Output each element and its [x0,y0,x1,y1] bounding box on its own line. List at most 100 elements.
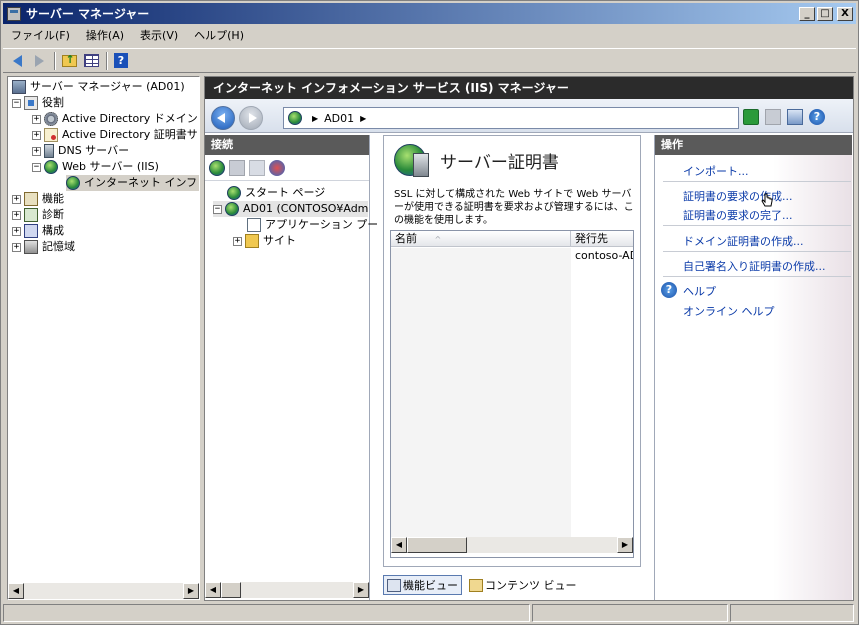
server-manager-window: サーバー マネージャー _ □ X ファイル(F) 操作(A) 表示(V) ヘル… [0,0,859,625]
column-issued-by[interactable]: 発行先 [571,231,633,246]
breadcrumb-separator[interactable]: ▶ [360,114,366,123]
feature-pane: サーバー証明書 SSL に対して構成された Web サイトで Web サーバーが… [377,135,647,600]
expand-toggle[interactable]: + [233,236,242,246]
tree-horizontal-scrollbar[interactable]: ◀ ▶ [8,583,199,599]
expand-toggle[interactable]: + [32,146,41,156]
refresh-icon[interactable] [743,109,759,125]
address-bar[interactable]: ▶ AD01 ▶ [283,107,739,129]
iis-back-button[interactable] [211,106,235,130]
expand-toggle[interactable]: + [12,210,21,220]
scroll-right-button[interactable]: ▶ [353,582,369,598]
collapse-toggle[interactable]: − [213,204,222,214]
menu-help[interactable]: ヘルプ(H) [186,27,252,45]
stop-icon[interactable] [765,109,781,125]
scroll-right-button[interactable]: ▶ [617,537,633,553]
help-icon[interactable]: ? [809,109,825,125]
forward-button[interactable] [29,51,49,71]
list-header: 名前 ^ 発行先 [391,231,633,247]
conn-item-server[interactable]: − AD01 (CONTOSO¥Adm [213,201,369,217]
tree-item-web-server[interactable]: − Web サーバー (IIS) [32,159,159,175]
list-horizontal-scrollbar[interactable]: ◀ ▶ [391,537,633,553]
connections-horizontal-scrollbar[interactable]: ◀ ▶ [205,582,369,598]
collapse-toggle[interactable]: − [32,162,41,172]
table-row[interactable]: contoso-AD [575,249,633,262]
tab-features-view[interactable]: 機能ビュー [383,575,462,595]
scroll-left-button[interactable]: ◀ [205,582,221,598]
collapse-toggle[interactable]: − [12,98,21,108]
action-online-help[interactable]: オンライン ヘルプ [683,303,775,319]
breadcrumb-ad01[interactable]: AD01 [324,112,354,125]
tree-item-server-manager[interactable]: サーバー マネージャー (AD01) [12,79,185,95]
close-button[interactable]: X [837,6,853,21]
conn-item-app-pools[interactable]: アプリケーション プール [247,217,389,233]
conn-item-start-page[interactable]: スタート ページ [227,185,325,201]
action-help[interactable]: ヘルプ [683,283,716,299]
menu-action[interactable]: 操作(A) [78,27,132,45]
feature-content: サーバー証明書 SSL に対して構成された Web サイトで Web サーバーが… [383,135,641,567]
tab-label: コンテンツ ビュー [485,579,577,592]
iis-manager-icon [66,176,80,190]
certificate-list[interactable]: 名前 ^ 発行先 contoso-AD ◀ ▶ [390,230,634,558]
scroll-left-button[interactable]: ◀ [391,537,407,553]
scroll-thumb[interactable] [407,537,467,553]
tree-label: DNS サーバー [58,144,130,157]
scroll-thumb[interactable] [221,582,241,598]
connections-toolbar [205,155,369,181]
minimize-button[interactable]: _ [799,6,815,21]
home-icon[interactable] [787,109,803,125]
actions-header: 操作 [655,135,852,155]
tab-content-view[interactable]: コンテンツ ビュー [466,575,580,595]
conn-item-sites[interactable]: + サイト [233,233,296,249]
help-button[interactable]: ? [111,51,131,71]
show-hide-tree-button[interactable] [81,51,101,71]
back-button[interactable] [7,51,27,71]
expand-toggle[interactable]: + [12,242,21,252]
iis-manager-title: インターネット インフォメーション サービス (IIS) マネージャー [205,77,853,99]
action-complete-request[interactable]: 証明書の要求の完了... [683,207,793,223]
storage-icon [24,240,38,254]
tree-item-roles[interactable]: − 役割 [12,95,64,111]
scroll-left-button[interactable]: ◀ [8,583,24,599]
expand-toggle[interactable]: + [32,130,41,140]
action-create-request[interactable]: 証明書の要求の作成... [683,188,793,204]
save-icon[interactable] [229,159,245,176]
menu-file[interactable]: ファイル(F) [3,27,78,45]
breadcrumb-separator: ▶ [312,113,319,123]
iis-forward-button[interactable] [239,106,263,130]
application-pools-icon [247,218,261,232]
connect-icon[interactable] [209,159,225,176]
scroll-right-button[interactable]: ▶ [183,583,199,599]
expand-toggle[interactable]: + [12,194,21,204]
tree-item-storage[interactable]: + 記憶域 [12,239,75,255]
tree-item-iis-manager[interactable]: インターネット インフォメ [66,175,199,191]
maximize-button[interactable]: □ [817,6,833,21]
connections-header: 接続 [205,135,369,155]
action-create-self-signed[interactable]: 自己署名入り証明書の作成... [683,258,826,274]
up-one-level-button[interactable] [59,51,79,71]
toolbar: ? [3,48,856,73]
toolbar-separator [106,51,108,70]
tree-item-features[interactable]: + 機能 [12,191,64,207]
action-import[interactable]: インポート... [683,163,749,179]
up-icon[interactable] [249,159,265,176]
tree-item-ad-domain[interactable]: + Active Directory ドメイン サ [32,111,199,127]
expand-toggle[interactable]: + [32,114,41,124]
sort-indicator: ^ [434,235,442,244]
view-tabs: 機能ビュー コンテンツ ビュー [383,575,584,595]
tree-item-ad-cert[interactable]: + Active Directory 証明書サ [32,127,198,143]
menu-view[interactable]: 表示(V) [132,27,186,45]
column-name[interactable]: 名前 ^ [391,231,571,246]
features-view-icon [387,578,401,592]
tree-item-dns[interactable]: + DNS サーバー [32,143,129,159]
configuration-icon [24,224,38,238]
action-create-domain-cert[interactable]: ドメイン証明書の作成... [683,233,804,249]
tree-item-configuration[interactable]: + 構成 [12,223,64,239]
disconnect-icon[interactable] [269,159,285,176]
expand-toggle[interactable]: + [12,226,21,236]
window-title: サーバー マネージャー [26,7,150,21]
tree-item-diagnostics[interactable]: + 診断 [12,207,64,223]
roles-icon [24,96,38,110]
title-bar[interactable]: サーバー マネージャー _ □ X [3,3,856,24]
start-page-icon [227,186,241,200]
tree-label: アプリケーション プール [265,218,390,231]
